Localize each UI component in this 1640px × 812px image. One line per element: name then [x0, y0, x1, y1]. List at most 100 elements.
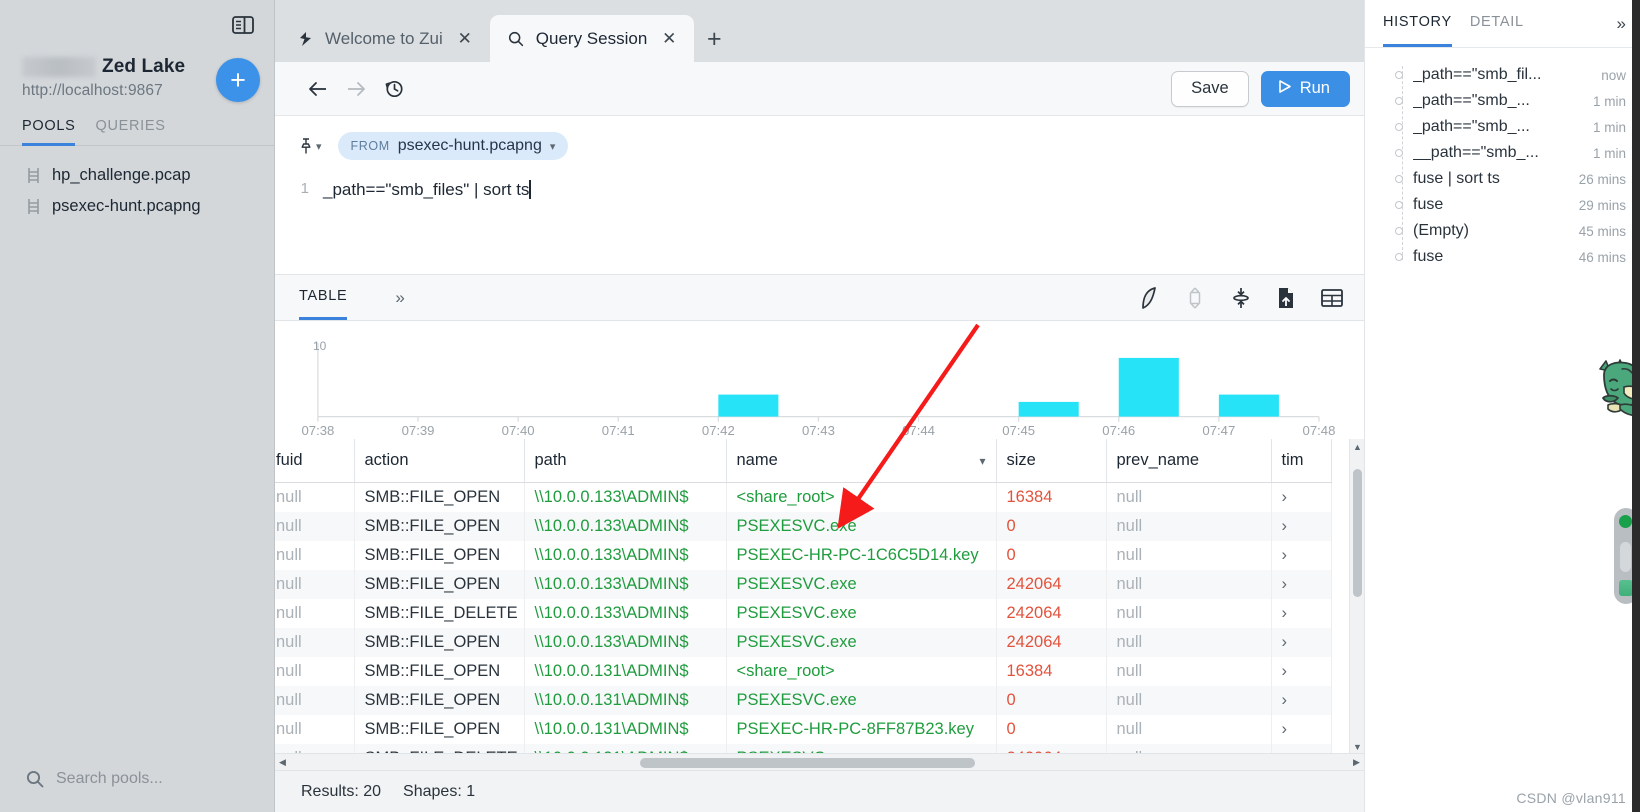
tab-history[interactable]: HISTORY [1383, 0, 1452, 47]
right-panel: HISTORY DETAIL » _path=="smb_fil... now _p… [1364, 0, 1640, 812]
lake-name: Zed Lake [102, 56, 186, 77]
sidebar-tab-queries[interactable]: QUERIES [95, 118, 165, 146]
pool-item-hp-challenge[interactable]: hp_challenge.pcap [0, 160, 274, 191]
horizontal-scroll-thumb[interactable] [640, 758, 975, 768]
row-expand-icon[interactable]: › [1271, 628, 1332, 657]
zui-application-window: Zed Lake http://localhost:9867 + POOLS Q… [0, 0, 1640, 812]
export-file-icon[interactable] [1276, 286, 1296, 310]
column-header-fuid[interactable]: fuid [275, 439, 355, 483]
shark-fin-icon[interactable] [1138, 286, 1160, 310]
row-expand-icon[interactable]: › [1271, 715, 1332, 744]
query-input[interactable]: _path=="smb_files" | sort ts [323, 180, 531, 200]
column-header-size[interactable]: size [996, 439, 1107, 483]
table-header-row: fuid action path name ▾ size prev_name t… [275, 439, 1332, 483]
history-item[interactable]: __path=="smb_... 1 min [1365, 140, 1640, 166]
tab-welcome-to-zui[interactable]: Welcome to Zui ✕ [279, 15, 490, 62]
save-button[interactable]: Save [1171, 70, 1249, 107]
new-tab-button[interactable]: + [694, 16, 734, 62]
chevron-down-icon: ▾ [549, 140, 556, 153]
chevron-down-icon[interactable]: ▾ [979, 454, 985, 468]
tab-bar: Welcome to Zui ✕ Query Session ✕ + [275, 0, 1364, 62]
history-item[interactable]: _path=="smb_fil... now [1365, 62, 1640, 88]
close-icon[interactable]: ✕ [658, 28, 680, 50]
tab-query-session[interactable]: Query Session ✕ [489, 15, 695, 62]
collapse-vertical-icon[interactable] [1230, 286, 1252, 310]
row-expand-icon[interactable]: › [1271, 570, 1332, 599]
from-row: ▾ FROM psexec-hunt.pcapng ▾ [275, 132, 1364, 160]
close-icon[interactable]: ✕ [454, 28, 476, 50]
column-header-prev-name[interactable]: prev_name [1106, 439, 1272, 483]
tab-detail[interactable]: DETAIL [1470, 0, 1524, 47]
row-expand-icon[interactable]: › [1271, 657, 1332, 686]
table-row[interactable]: null SMB::FILE_OPEN \\10.0.0.133\ADMIN$ PSE… [275, 512, 1332, 541]
table-vertical-scrollbar[interactable]: ▲ ▼ [1349, 439, 1364, 754]
status-indicator-dot[interactable] [1619, 515, 1632, 528]
history-timestamp: 29 mins [1578, 197, 1626, 213]
cell-action: SMB::FILE_OPEN [354, 715, 525, 744]
history-item[interactable]: fuse | sort ts 26 mins [1365, 166, 1640, 192]
cell-name: PSEXESVC.exe [726, 628, 997, 657]
column-header-action[interactable]: action [354, 439, 525, 483]
row-expand-icon[interactable]: › [1271, 512, 1332, 541]
tab-label: Query Session [535, 28, 648, 48]
back-button[interactable] [299, 72, 337, 106]
column-header-name[interactable]: name ▾ [726, 439, 997, 483]
history-item[interactable]: _path=="smb_... 1 min [1365, 114, 1640, 140]
row-expand-icon[interactable]: › [1271, 599, 1332, 628]
table-row[interactable]: null SMB::FILE_DELETE \\10.0.0.133\ADMIN$ P… [275, 599, 1332, 628]
history-item[interactable]: (Empty) 45 mins [1365, 218, 1640, 244]
history-timestamp: now [1601, 67, 1626, 83]
table-horizontal-scrollbar[interactable]: ◀ ▶ [275, 753, 1364, 770]
zui-logo-icon [297, 30, 314, 47]
vertical-scroll-thumb[interactable] [1353, 469, 1362, 597]
cell-fuid: null [275, 570, 355, 599]
table-row[interactable]: null SMB::FILE_OPEN \\10.0.0.131\ADMIN$ <sh… [275, 657, 1332, 686]
row-expand-icon[interactable]: › [1271, 541, 1332, 570]
dock-app-icon[interactable] [1619, 580, 1633, 596]
svg-text:07:44: 07:44 [902, 423, 935, 438]
column-header-path[interactable]: path [524, 439, 727, 483]
results-count: Results: 20 [301, 782, 382, 800]
table-row[interactable]: nullSMB::FILE_DELETE\\10.0.0.131\ADMIN$P… [275, 744, 1332, 753]
forward-button[interactable] [337, 72, 375, 106]
scroll-up-arrow-icon[interactable]: ▲ [1350, 439, 1365, 454]
expand-panel-icon[interactable]: » [1617, 14, 1626, 34]
toggle-sidebar-icon[interactable] [230, 12, 256, 38]
history-button[interactable] [375, 72, 413, 106]
cell-size: 16384 [996, 657, 1107, 686]
table-row[interactable]: null SMB::FILE_OPEN \\10.0.0.133\ADMIN$ PSE… [275, 541, 1332, 570]
tab-table[interactable]: TABLE [299, 275, 348, 320]
from-pool-selector[interactable]: FROM psexec-hunt.pcapng ▾ [337, 132, 569, 160]
history-dot-icon [1395, 175, 1403, 183]
expand-vertical-icon[interactable] [1184, 286, 1206, 310]
history-item[interactable]: fuse 29 mins [1365, 192, 1640, 218]
row-expand-icon[interactable]: › [1271, 482, 1332, 512]
cell-action: SMB::FILE_OPEN [354, 570, 525, 599]
table-row[interactable]: null SMB::FILE_OPEN \\10.0.0.133\ADMIN$ <sh… [275, 482, 1332, 512]
results-table-scroll[interactable]: fuid action path name ▾ size prev_name t… [275, 439, 1364, 753]
history-item[interactable]: _path=="smb_... 1 min [1365, 88, 1640, 114]
table-row[interactable]: null SMB::FILE_OPEN \\10.0.0.133\ADMIN$ PSE… [275, 628, 1332, 657]
add-pool-button[interactable]: + [216, 58, 260, 102]
search-pools-field[interactable]: Search pools... [0, 770, 274, 812]
scroll-right-arrow-icon[interactable]: ▶ [1349, 754, 1364, 771]
scroll-down-arrow-icon[interactable]: ▼ [1350, 739, 1365, 754]
table-view-icon[interactable] [1320, 287, 1344, 309]
scroll-left-arrow-icon[interactable]: ◀ [275, 754, 290, 771]
time-histogram[interactable]: 10 07:38 07:39 07:40 07:41 07:42 07:43 07:44 07… [275, 321, 1364, 439]
dock-handle[interactable] [1620, 542, 1631, 572]
run-button[interactable]: Run [1260, 70, 1350, 107]
table-row[interactable]: null SMB::FILE_OPEN \\10.0.0.131\ADMIN$ PSE… [275, 715, 1332, 744]
table-row[interactable]: null SMB::FILE_OPEN \\10.0.0.133\ADMIN$ PSE… [275, 570, 1332, 599]
cell-prev_name: null [1106, 599, 1272, 628]
cell-action: SMB::FILE_OPEN [354, 482, 525, 512]
pool-item-psexec-hunt[interactable]: psexec-hunt.pcapng [0, 191, 274, 222]
row-expand-icon[interactable]: › [1271, 744, 1332, 753]
sidebar-tab-pools[interactable]: POOLS [22, 118, 76, 146]
column-header-tim[interactable]: tim [1271, 439, 1332, 483]
row-expand-icon[interactable]: › [1271, 686, 1332, 715]
table-row[interactable]: null SMB::FILE_OPEN \\10.0.0.131\ADMIN$ PSE… [275, 686, 1332, 715]
history-item[interactable]: fuse 46 mins [1365, 244, 1640, 270]
pin-dropdown[interactable]: ▾ [299, 137, 322, 155]
results-more-icon[interactable]: » [395, 288, 404, 308]
